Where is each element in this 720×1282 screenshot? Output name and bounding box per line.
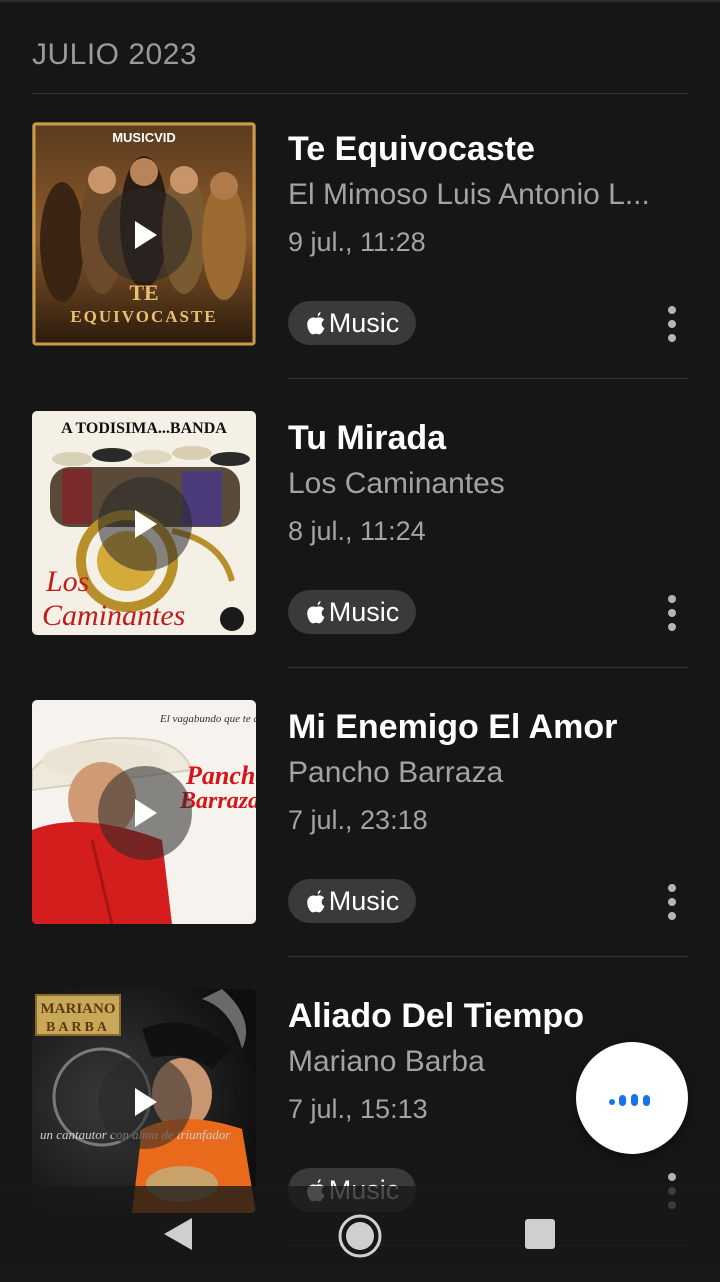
more-vertical-icon [668,884,676,892]
play-button[interactable] [98,188,192,282]
cover-title-line2: EQUIVOCASTE [70,307,217,326]
row-divider [288,667,688,668]
track-title: Mi Enemigo El Amor [288,708,618,746]
more-vertical-icon [668,334,676,342]
play-icon [135,221,157,249]
album-art[interactable]: El vagabundo que te ama Pancho Barraza [32,700,256,924]
apple-music-button[interactable]: Music [288,879,416,923]
cover-artist-last: BARBA [46,1020,110,1035]
more-options-button[interactable] [652,591,692,635]
play-icon [135,1088,157,1116]
album-art[interactable]: A TODISIMA...BANDA Los Caminantes [32,411,256,635]
row-divider [288,956,688,957]
cover-brand-text: MUSICVID [112,130,176,145]
track-row[interactable]: El vagabundo que te ama Pancho Barraza M… [0,672,720,961]
apple-logo-icon [306,312,325,335]
track-title: Tu Mirada [288,419,447,457]
cover-top-text: A TODISIMA...BANDA [61,420,227,437]
track-date: 7 jul., 23:18 [288,805,428,835]
track-title: Aliado Del Tiempo [288,997,584,1035]
apple-logo-icon [306,890,325,913]
apple-music-label: Music [328,307,400,338]
more-vertical-icon [668,609,676,617]
apple-music-label: Music [328,596,400,627]
track-date: 7 jul., 15:13 [288,1094,428,1124]
cover-artist-first: MARIANO [41,1001,116,1017]
album-art[interactable]: MARIANO BARBA un cantautor con alma de t… [32,989,256,1213]
listen-fab[interactable] [576,1042,688,1154]
more-vertical-icon [668,623,676,631]
track-title: Te Equivocaste [288,130,535,168]
play-icon [135,510,157,538]
track-artist: El Mimoso Luis Antonio L... [288,178,650,211]
track-date: 8 jul., 11:24 [288,516,426,546]
listening-dots-icon [609,1094,650,1106]
home-icon[interactable] [336,1212,384,1260]
more-options-button[interactable] [652,880,692,924]
track-date: 9 jul., 11:28 [288,227,426,257]
track-row[interactable]: MUSICVID TE EQUIVOCASTE Te Equivocaste E… [0,94,720,383]
back-icon[interactable] [160,1216,196,1252]
month-section-header: JULIO 2023 [32,38,198,71]
apple-music-button[interactable]: Music [288,301,416,345]
more-vertical-icon [668,320,676,328]
track-artist: Los Caminantes [288,467,505,500]
cover-script-caminantes: Caminantes [42,599,185,632]
top-divider [0,0,720,2]
more-vertical-icon [668,912,676,920]
play-button[interactable] [98,477,192,571]
system-navigation-bar [0,1186,720,1282]
apple-music-button[interactable]: Music [288,590,416,634]
track-row[interactable]: A TODISIMA...BANDA Los Caminantes Tu Mir… [0,383,720,672]
play-icon [135,799,157,827]
row-divider [288,378,688,379]
play-button[interactable] [98,766,192,860]
more-vertical-icon [668,898,676,906]
recents-icon[interactable] [524,1218,556,1250]
apple-music-label: Music [328,885,400,916]
more-vertical-icon [668,306,676,314]
cover-title-line1: TE [129,280,158,305]
cover-name-first: Pancho [185,761,256,790]
more-options-button[interactable] [652,302,692,346]
cover-script-los: Los [45,565,89,598]
album-art[interactable]: MUSICVID TE EQUIVOCASTE [32,122,256,346]
more-vertical-icon [668,1173,676,1181]
track-artist: Pancho Barraza [288,756,504,789]
more-vertical-icon [668,595,676,603]
history-screen: JULIO 2023 MUSICVID TE EQUIVOCASTE Te Eq… [0,0,720,1282]
play-button[interactable] [98,1055,192,1149]
cover-tagline: El vagabundo que te ama [159,713,256,725]
apple-logo-icon [306,601,325,624]
